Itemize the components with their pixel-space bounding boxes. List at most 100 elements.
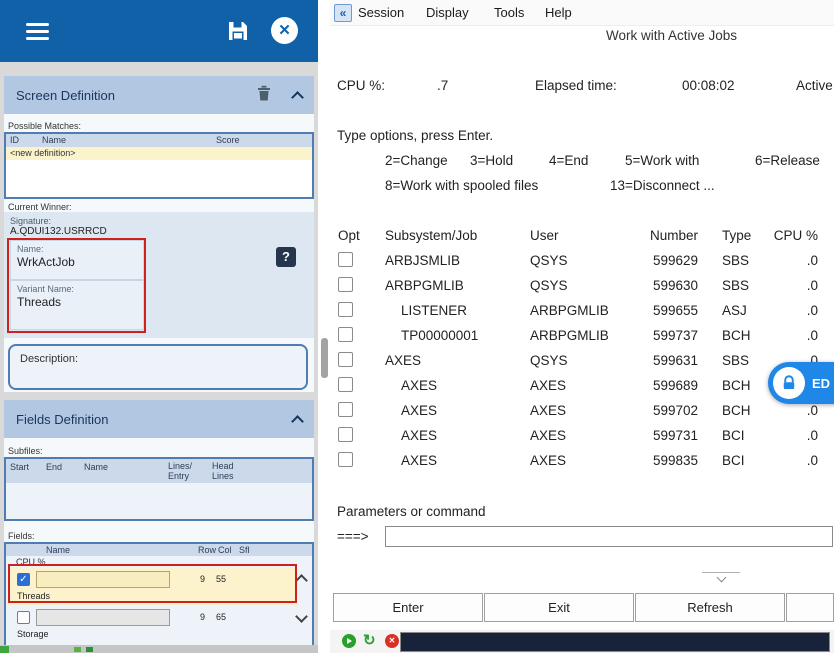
- elapsed-value: 00:08:02: [682, 78, 735, 93]
- command-input[interactable]: [385, 526, 833, 547]
- opt-checkbox[interactable]: [338, 252, 353, 267]
- option-8-spooled: 8=Work with spooled files: [385, 178, 538, 193]
- field-row-value: 9: [200, 574, 205, 584]
- collapse-divider-handle[interactable]: [702, 572, 740, 584]
- opt-checkbox[interactable]: [338, 402, 353, 417]
- table-row: TP00000001ARBPGMLIB599737BCH.0: [330, 324, 834, 349]
- fields-definition-header[interactable]: Fields Definition: [4, 400, 314, 438]
- menu-session[interactable]: Session: [358, 5, 404, 20]
- refresh-button[interactable]: Refresh: [635, 593, 785, 622]
- opt-checkbox[interactable]: [338, 452, 353, 467]
- opt-checkbox[interactable]: [338, 302, 353, 317]
- connection-status-icon[interactable]: [342, 634, 356, 648]
- back-icon[interactable]: «: [334, 4, 352, 22]
- job-user: QSYS: [530, 278, 568, 293]
- name-field[interactable]: Name: WrkActJob: [10, 240, 144, 280]
- field-label: Threads: [17, 591, 50, 601]
- job-user: ARBPGMLIB: [530, 328, 609, 343]
- opt-checkbox[interactable]: [338, 377, 353, 392]
- opt-checkbox[interactable]: [338, 327, 353, 342]
- opt-checkbox[interactable]: [338, 427, 353, 442]
- opt-checkbox[interactable]: [338, 277, 353, 292]
- console-window-fragment: [400, 632, 830, 652]
- job-name: AXES: [401, 403, 437, 418]
- job-rows: ARBJSMLIBQSYS599629SBS.0ARBPGMLIBQSYS599…: [330, 249, 834, 474]
- parameters-label: Parameters or command: [337, 504, 486, 519]
- help-button[interactable]: ?: [276, 247, 296, 267]
- refresh-icon[interactable]: ↻: [363, 631, 376, 649]
- fields-header-col: Col: [218, 545, 232, 555]
- job-user: AXES: [530, 453, 566, 468]
- table-row: LISTENERARBPGMLIB599655ASJ.0: [330, 299, 834, 324]
- splitter-scrollbar-thumb[interactable]: [321, 338, 328, 378]
- designer-panel: ✕ Screen Definition Possible Matches: ID…: [0, 0, 318, 653]
- collapse-chevron-icon[interactable]: [291, 415, 304, 428]
- field-label: Storage: [17, 629, 49, 639]
- variant-name-value: Threads: [17, 295, 61, 309]
- fields-header-name: Name: [46, 545, 70, 555]
- match-row-new-definition[interactable]: <new definition>: [6, 147, 312, 160]
- enter-button[interactable]: Enter: [333, 593, 483, 622]
- table-row: AXESAXES599835BCI.0: [330, 449, 834, 474]
- fields-table-header: Name Row Col Sfl: [6, 544, 312, 556]
- job-cpu: .0: [770, 253, 818, 268]
- variant-name-field[interactable]: Variant Name: Threads: [10, 280, 144, 330]
- job-cpu: .0: [770, 328, 818, 343]
- close-icon[interactable]: ✕: [271, 17, 298, 44]
- fields-table: Name Row Col Sfl CPU % 9 55 Threads 9 65…: [4, 542, 314, 653]
- signature-value: A.QDUI132.USRRCD: [10, 226, 107, 237]
- menu-tools[interactable]: Tools: [494, 5, 524, 20]
- fields-definition-title: Fields Definition: [16, 412, 293, 427]
- error-icon[interactable]: ✕: [385, 634, 399, 648]
- partial-button[interactable]: [786, 593, 834, 622]
- option-2-change: 2=Change: [385, 153, 448, 168]
- menu-display[interactable]: Display: [426, 5, 469, 20]
- panel-splitter: [318, 0, 330, 653]
- save-icon[interactable]: [226, 19, 250, 43]
- field-checkbox[interactable]: [17, 611, 30, 624]
- edit-button[interactable]: ED: [768, 362, 834, 404]
- possible-matches-table: ID Name Score <new definition>: [4, 132, 314, 199]
- current-winner-label: Current Winner:: [8, 202, 72, 212]
- job-name: AXES: [401, 453, 437, 468]
- matches-header-score: Score: [216, 135, 240, 145]
- option-4-end: 4=End: [549, 153, 588, 168]
- menu-icon[interactable]: [26, 23, 49, 40]
- job-type: BCH: [722, 378, 751, 393]
- job-type: SBS: [722, 353, 749, 368]
- collapse-chevron-icon[interactable]: [291, 91, 304, 104]
- cpu-value: .7: [437, 78, 448, 93]
- table-row: AXESAXES599731BCI.0: [330, 424, 834, 449]
- description-box[interactable]: Description:: [8, 344, 308, 390]
- name-label: Name:: [17, 244, 44, 254]
- job-name: LISTENER: [401, 303, 467, 318]
- job-type: ASJ: [722, 303, 747, 318]
- edit-button-label: ED: [812, 376, 830, 391]
- matches-header-name: Name: [42, 135, 66, 145]
- cpu-label: CPU %:: [337, 78, 385, 93]
- active-label: Active: [796, 78, 833, 93]
- elapsed-label: Elapsed time:: [535, 78, 617, 93]
- job-name: ARBJSMLIB: [385, 253, 460, 268]
- table-row: ARBPGMLIBQSYS599630SBS.0: [330, 274, 834, 299]
- opt-checkbox[interactable]: [338, 352, 353, 367]
- possible-matches-label: Possible Matches:: [8, 121, 81, 131]
- header-number: Number: [615, 228, 698, 243]
- option-13-disconnect: 13=Disconnect ...: [610, 178, 715, 193]
- menu-help[interactable]: Help: [545, 5, 572, 20]
- field-name-input[interactable]: [36, 609, 170, 626]
- job-name: AXES: [401, 378, 437, 393]
- option-3-hold: 3=Hold: [470, 153, 513, 168]
- table-row: AXESAXES599689BCH.0: [330, 374, 834, 399]
- trash-icon[interactable]: [257, 85, 271, 106]
- exit-button[interactable]: Exit: [484, 593, 634, 622]
- job-name: AXES: [385, 353, 421, 368]
- screen-definition-header[interactable]: Screen Definition: [4, 76, 314, 114]
- job-number: 599702: [615, 403, 698, 418]
- job-name: TP00000001: [401, 328, 478, 343]
- designer-toolbar: ✕: [0, 0, 318, 62]
- field-name-input[interactable]: [36, 571, 170, 588]
- fields-header-row: Row: [198, 545, 216, 555]
- field-checkbox[interactable]: [17, 573, 30, 586]
- app-root: ✕ Screen Definition Possible Matches: ID…: [0, 0, 834, 653]
